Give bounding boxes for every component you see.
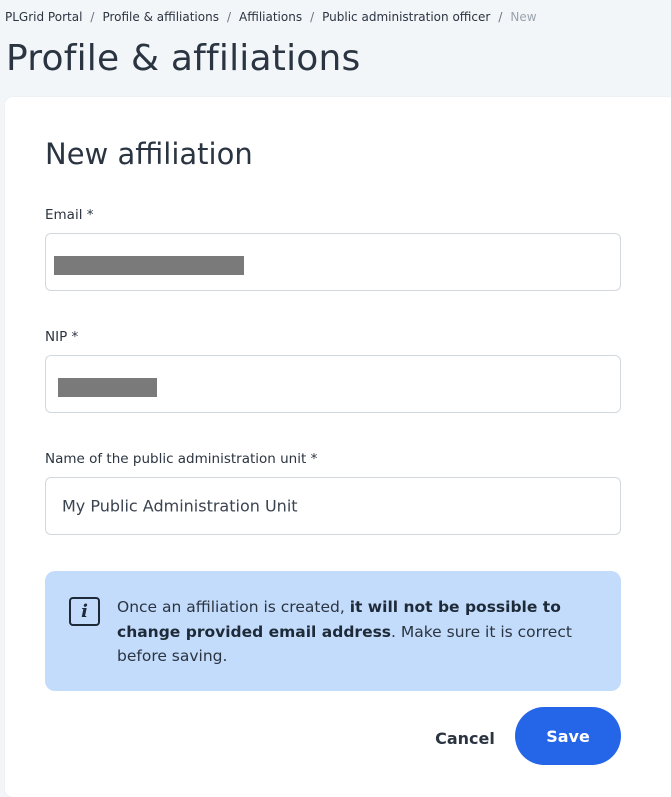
cancel-button[interactable]: Cancel bbox=[423, 711, 507, 765]
breadcrumb-affiliations[interactable]: Affiliations bbox=[239, 10, 302, 24]
nip-label: NIP * bbox=[45, 329, 79, 345]
notice-text-before: Once an affiliation is created, bbox=[117, 598, 350, 616]
breadcrumb-plgrid-portal[interactable]: PLGrid Portal bbox=[5, 10, 82, 24]
breadcrumb: PLGrid Portal / Profile & affiliations / Aff… bbox=[5, 10, 537, 24]
breadcrumb-separator: / bbox=[498, 10, 503, 24]
nip-field[interactable] bbox=[45, 355, 621, 413]
breadcrumb-profile-affiliations[interactable]: Profile & affiliations bbox=[102, 10, 219, 24]
email-field[interactable] bbox=[45, 233, 621, 291]
breadcrumb-separator: / bbox=[226, 10, 232, 24]
redacted-email bbox=[54, 256, 244, 275]
unit-name-label: Name of the public administration unit * bbox=[45, 451, 318, 467]
unit-name-value: My Public Administration Unit bbox=[62, 496, 298, 516]
unit-name-field[interactable]: My Public Administration Unit bbox=[45, 477, 621, 535]
breadcrumb-public-administration-officer[interactable]: Public administration officer bbox=[322, 10, 490, 24]
save-button[interactable]: Save bbox=[515, 707, 621, 765]
breadcrumb-separator: / bbox=[310, 10, 315, 24]
info-icon: i bbox=[69, 597, 100, 626]
new-affiliation-card: New affiliation Email * NIP * Name of th… bbox=[5, 97, 671, 797]
breadcrumb-separator: / bbox=[90, 10, 95, 24]
form-title: New affiliation bbox=[45, 137, 253, 171]
breadcrumb-current: New bbox=[510, 10, 537, 24]
email-label: Email * bbox=[45, 207, 94, 223]
redacted-nip bbox=[58, 378, 157, 397]
info-notice: i Once an affiliation is created, it wil… bbox=[45, 571, 621, 691]
info-notice-text: Once an affiliation is created, it will … bbox=[117, 595, 587, 669]
page-title: Profile & affiliations bbox=[6, 38, 361, 79]
